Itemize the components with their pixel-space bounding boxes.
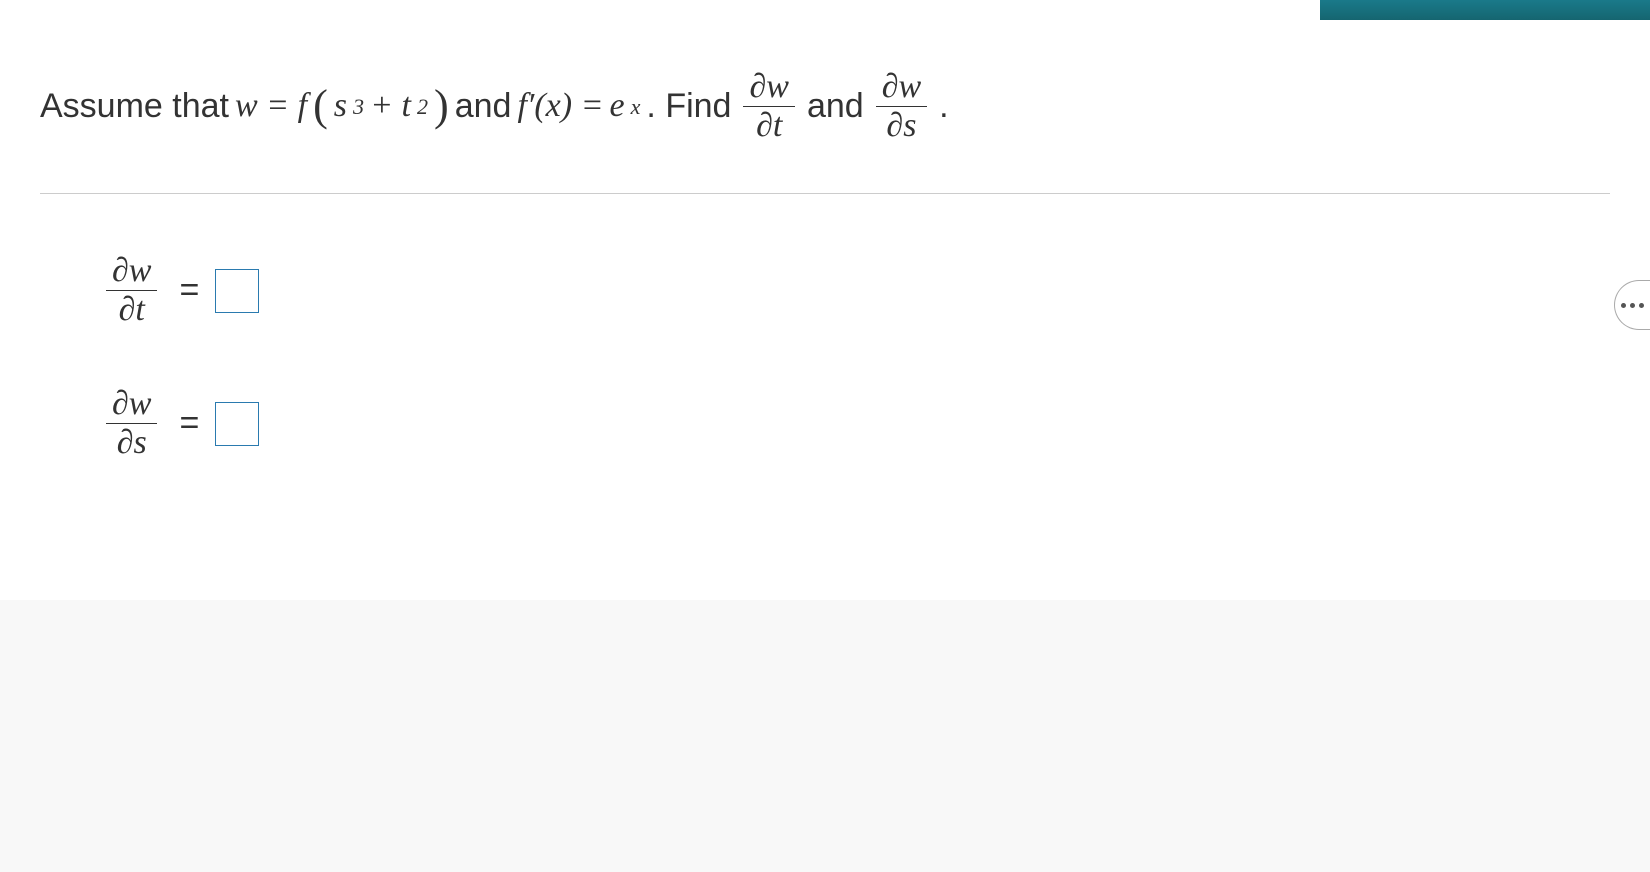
equals-sign-2: =: [179, 404, 199, 443]
math-w-equals-f: w = f: [235, 79, 307, 133]
find-text: . Find: [646, 79, 731, 133]
answer-row-ds: ∂w ∂s =: [100, 387, 1570, 460]
answer-row-dt: ∂w ∂t =: [100, 254, 1570, 327]
answer-frac-ds: ∂w ∂s: [106, 387, 157, 460]
frac2-den: ∂s: [880, 107, 922, 143]
fprime-text: f′(x) =: [517, 79, 603, 133]
dots-icon: [1621, 303, 1644, 308]
frac1-den: ∂t: [750, 107, 788, 143]
equals-sign-1: =: [179, 271, 199, 310]
answer2-num: ∂w: [106, 387, 157, 424]
answer1-den: ∂t: [113, 291, 151, 327]
answer1-num: ∂w: [106, 254, 157, 291]
period: .: [939, 79, 948, 133]
and-text-2: and: [807, 79, 864, 133]
answer-area: ∂w ∂t = ∂w ∂s =: [40, 194, 1610, 560]
question-panel: Assume that w = f(s3 + t2) and f′(x) = e…: [0, 0, 1650, 600]
question-prefix: Assume that: [40, 79, 229, 133]
answer-input-dt[interactable]: [215, 269, 259, 313]
fraction-dw-dt: ∂w ∂t: [743, 70, 794, 143]
question-text: Assume that w = f(s3 + t2) and f′(x) = e…: [40, 70, 1610, 143]
answer-input-ds[interactable]: [215, 402, 259, 446]
frac2-num: ∂w: [876, 70, 927, 107]
answer2-den: ∂s: [111, 424, 153, 460]
right-paren: ): [434, 71, 449, 142]
left-paren: (: [313, 71, 328, 142]
answer-frac-dt: ∂w ∂t: [106, 254, 157, 327]
math-s: s: [334, 79, 347, 133]
math-plus-t: + t: [370, 79, 411, 133]
frac1-num: ∂w: [743, 70, 794, 107]
and-text: and: [455, 79, 512, 133]
fraction-dw-ds: ∂w ∂s: [876, 70, 927, 143]
window-titlebar-fragment: [1320, 0, 1650, 20]
e-base: e: [610, 79, 625, 133]
